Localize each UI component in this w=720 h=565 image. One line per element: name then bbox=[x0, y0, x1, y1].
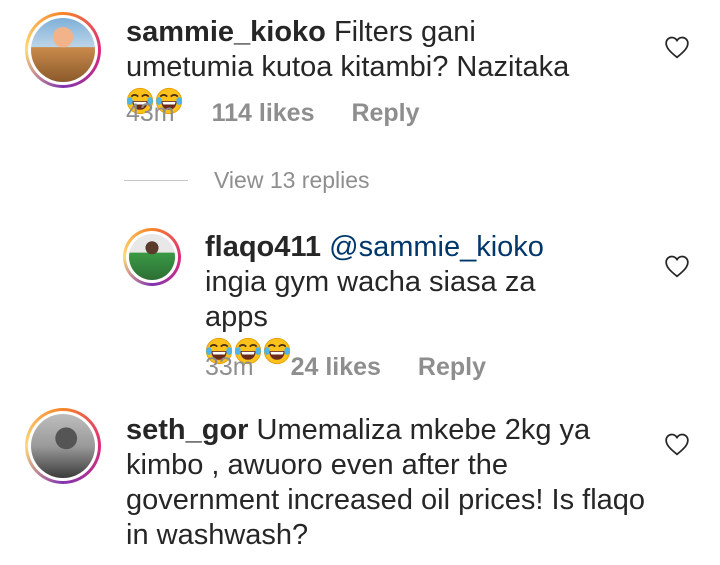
username[interactable]: sammie_kioko bbox=[126, 16, 326, 48]
likes-count[interactable]: 24 likes bbox=[291, 353, 381, 381]
comment-meta: 43m 114 likes Reply bbox=[126, 99, 450, 128]
avatar-ring bbox=[28, 15, 98, 85]
comment-text: flaqo411 @sammie_kioko ingia gym wacha s… bbox=[205, 230, 600, 370]
likes-count[interactable]: 114 likes bbox=[212, 99, 315, 127]
avatar[interactable] bbox=[25, 408, 101, 484]
reply-button[interactable]: Reply bbox=[418, 353, 486, 381]
avatar-image bbox=[31, 18, 95, 82]
mention-link[interactable]: @sammie_kioko bbox=[329, 231, 544, 263]
avatar[interactable] bbox=[123, 228, 181, 286]
comment-meta: 33m 24 likes Reply bbox=[205, 353, 516, 382]
heart-icon[interactable] bbox=[664, 254, 690, 278]
timestamp: 43m bbox=[126, 99, 175, 127]
comment-text: seth_gor Umemaliza mkebe 2kg ya kimbo , … bbox=[126, 413, 646, 553]
view-replies-button[interactable]: View 13 replies bbox=[214, 167, 370, 194]
username[interactable]: seth_gor bbox=[126, 414, 248, 446]
avatar-ring bbox=[28, 411, 98, 481]
avatar-ring bbox=[126, 231, 178, 283]
timestamp: 33m bbox=[205, 353, 254, 381]
heart-icon[interactable] bbox=[664, 432, 690, 456]
reply-button[interactable]: Reply bbox=[351, 99, 419, 127]
avatar[interactable] bbox=[25, 12, 101, 88]
heart-icon[interactable] bbox=[664, 35, 690, 59]
avatar-image bbox=[31, 414, 95, 478]
avatar-image bbox=[129, 234, 175, 280]
username[interactable]: flaqo411 bbox=[205, 231, 321, 263]
comment-body: ingia gym wacha siasa za apps bbox=[205, 266, 536, 333]
view-replies-divider bbox=[124, 180, 188, 181]
